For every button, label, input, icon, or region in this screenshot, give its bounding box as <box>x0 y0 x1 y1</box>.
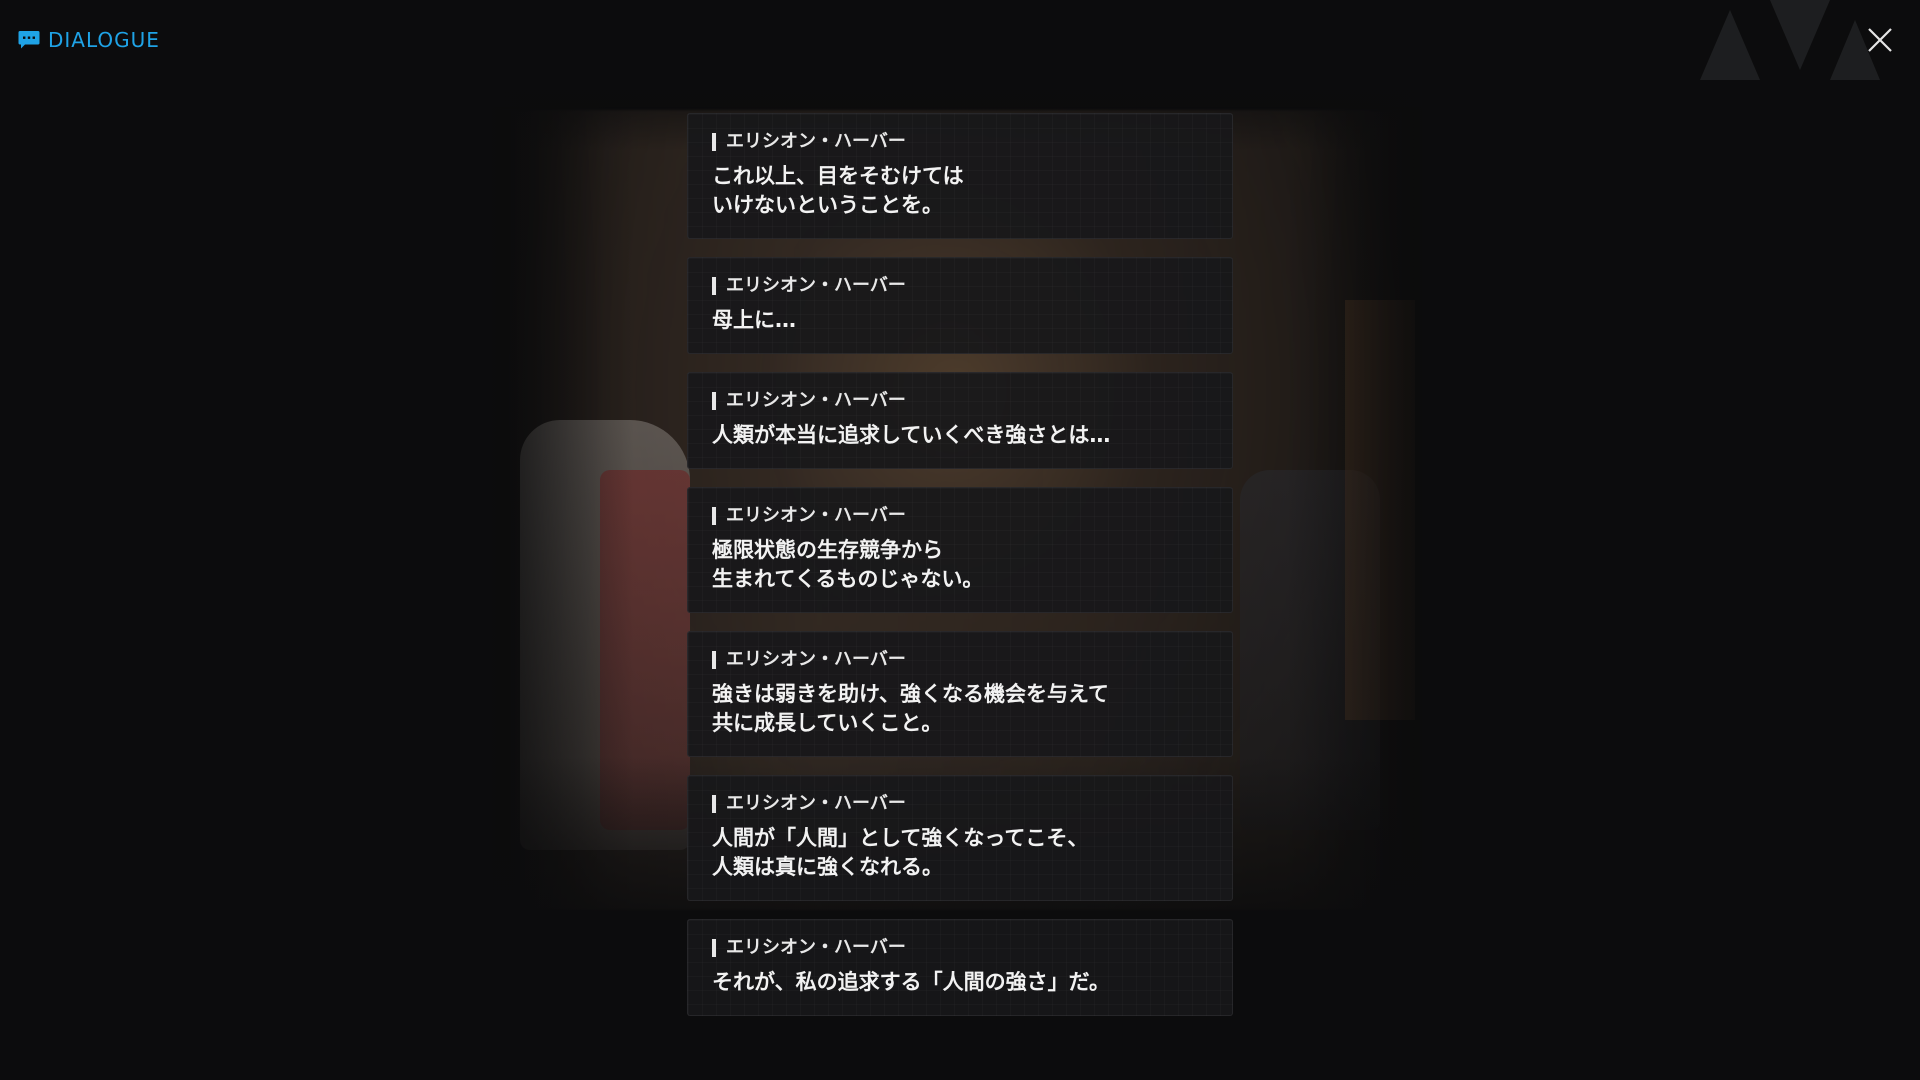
dialogue-entry: エリシオン・ハーバー 人類が本当に追求していくべき強さとは… <box>687 372 1233 469</box>
speaker-name: エリシオン・ハーバー <box>726 275 906 296</box>
dialogue-text: 極限状態の生存競争から 生まれてくるものじゃない。 <box>712 538 984 591</box>
dialogue-text: それが、私の追求する「人間の強さ」だ。 <box>712 970 1110 994</box>
speaker-marker <box>712 277 716 295</box>
decorative-pattern <box>1700 0 1880 80</box>
speaker-name: エリシオン・ハーバー <box>726 131 906 152</box>
speaker-marker <box>712 392 716 410</box>
speaker-marker <box>712 939 716 957</box>
dialogue-text: これ以上、目をそむけては いけないということを。 <box>712 164 964 217</box>
speaker-marker <box>712 651 716 669</box>
speaker-row: エリシオン・ハーバー <box>712 792 1208 816</box>
speaker-name: エリシオン・ハーバー <box>726 793 906 814</box>
dialogue-text: 強きは弱きを助け、強くなる機会を与えて 共に成長していくこと。 <box>712 682 1109 735</box>
speaker-marker <box>712 133 716 151</box>
dialogue-entry: エリシオン・ハーバー 人間が「人間」として強くなってこそ、 人類は真に強くなれる… <box>687 775 1233 901</box>
speaker-name: エリシオン・ハーバー <box>726 390 906 411</box>
dialogue-log-screen: DIALOGUE エリシオン・ハーバー これ以上、目をそむけては いけないという… <box>0 0 1920 1080</box>
title-group: DIALOGUE <box>18 26 160 54</box>
close-button[interactable] <box>1862 22 1898 58</box>
speaker-row: エリシオン・ハーバー <box>712 274 1208 298</box>
page-title: DIALOGUE <box>48 28 160 52</box>
header: DIALOGUE <box>0 0 1920 80</box>
speaker-row: エリシオン・ハーバー <box>712 648 1208 672</box>
dialogue-entry: エリシオン・ハーバー 極限状態の生存競争から 生まれてくるものじゃない。 <box>687 487 1233 613</box>
dialogue-entry: エリシオン・ハーバー 強きは弱きを助け、強くなる機会を与えて 共に成長していくこ… <box>687 631 1233 757</box>
speaker-marker <box>712 507 716 525</box>
chat-bubble-icon <box>18 30 40 50</box>
dialogue-text: 人類が本当に追求していくべき強さとは… <box>712 423 1111 447</box>
dialogue-entry: エリシオン・ハーバー それが、私の追求する「人間の強さ」だ。 <box>687 919 1233 1016</box>
close-icon <box>1868 28 1892 52</box>
speaker-row: エリシオン・ハーバー <box>712 504 1208 528</box>
speaker-name: エリシオン・ハーバー <box>726 649 906 670</box>
dialogue-entry: エリシオン・ハーバー これ以上、目をそむけては いけないということを。 <box>687 113 1233 239</box>
dialogue-list[interactable]: エリシオン・ハーバー これ以上、目をそむけては いけないということを。 エリシオ… <box>687 113 1233 1016</box>
speaker-row: エリシオン・ハーバー <box>712 130 1208 154</box>
speaker-name: エリシオン・ハーバー <box>726 505 906 526</box>
speaker-marker <box>712 795 716 813</box>
dialogue-text: 母上に… <box>712 308 796 332</box>
speaker-name: エリシオン・ハーバー <box>726 937 906 958</box>
speaker-row: エリシオン・ハーバー <box>712 389 1208 413</box>
speaker-row: エリシオン・ハーバー <box>712 936 1208 960</box>
dialogue-text: 人間が「人間」として強くなってこそ、 人類は真に強くなれる。 <box>712 826 1089 879</box>
dialogue-entry: エリシオン・ハーバー 母上に… <box>687 257 1233 354</box>
